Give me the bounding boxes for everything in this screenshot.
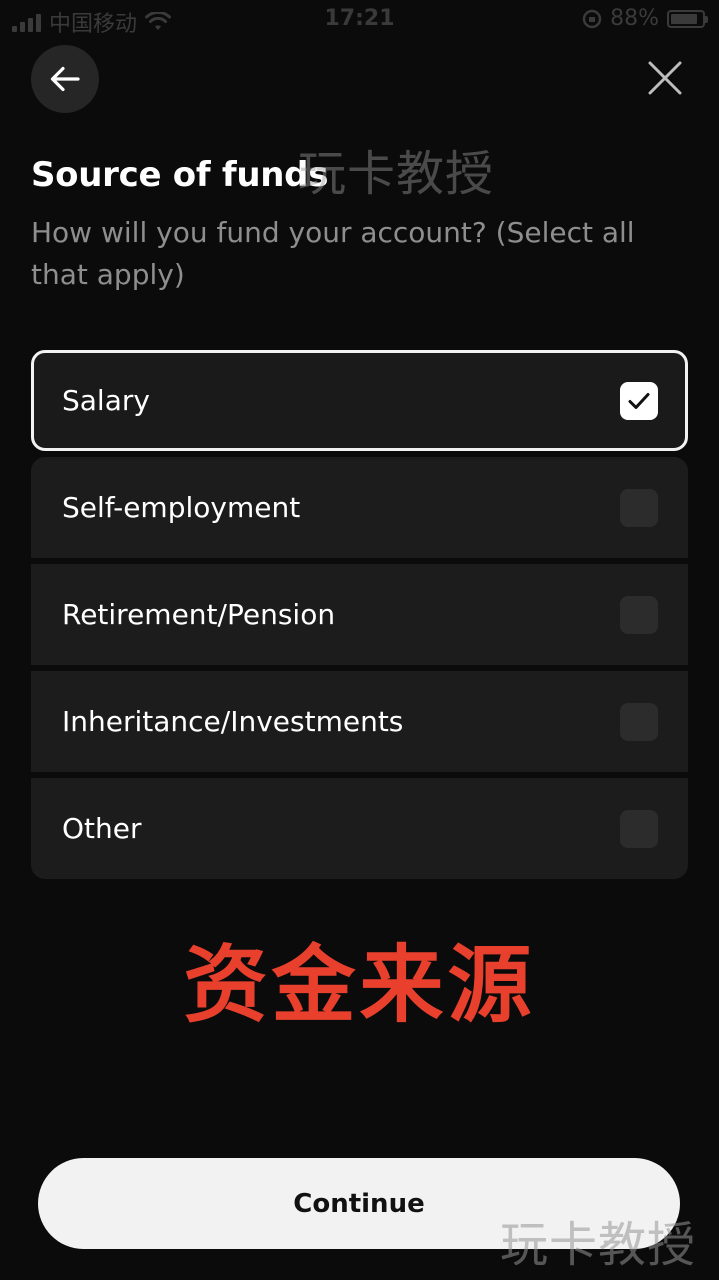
checkbox-unchecked[interactable] [620, 488, 658, 527]
battery-fill [671, 13, 697, 24]
checkbox-unchecked[interactable] [620, 809, 658, 848]
close-button[interactable] [640, 53, 690, 103]
back-button[interactable] [31, 45, 99, 113]
checkmark-icon [628, 392, 650, 409]
watermark-top: 玩卡教授 [298, 146, 495, 202]
arrow-left-icon [50, 66, 80, 92]
close-icon [648, 61, 682, 95]
option-salary[interactable]: Salary [31, 350, 688, 451]
option-self-employment[interactable]: Self-employment [31, 457, 688, 558]
option-label: Self-employment [62, 491, 301, 524]
option-label: Other [62, 812, 142, 845]
checkbox-unchecked[interactable] [620, 702, 658, 741]
option-other[interactable]: Other [31, 778, 688, 879]
status-right: 88% [582, 6, 708, 31]
battery-percentage: 88% [610, 6, 659, 31]
option-inheritance-investments[interactable]: Inheritance/Investments [31, 671, 688, 772]
funds-options-list: Salary Self-employment Retirement/Pensio… [31, 350, 688, 879]
option-retirement-pension[interactable]: Retirement/Pension [31, 564, 688, 665]
screen: 中国移动 17:21 88% Source of funds How will … [0, 0, 719, 1280]
checkbox-unchecked[interactable] [620, 595, 658, 634]
status-bar: 中国移动 17:21 88% [0, 0, 719, 38]
option-label: Inheritance/Investments [62, 705, 404, 738]
caption-overlay: 资金来源 [183, 936, 536, 1034]
option-label: Salary [62, 384, 150, 417]
checkbox-checked[interactable] [620, 381, 658, 420]
page-title: Source of funds [31, 155, 329, 195]
battery-icon [667, 9, 708, 28]
orientation-lock-icon [582, 9, 602, 28]
watermark-bottom: 玩卡教授 [500, 1217, 697, 1273]
option-label: Retirement/Pension [62, 598, 336, 631]
page-subtitle: How will you fund your account? (Select … [31, 216, 635, 291]
